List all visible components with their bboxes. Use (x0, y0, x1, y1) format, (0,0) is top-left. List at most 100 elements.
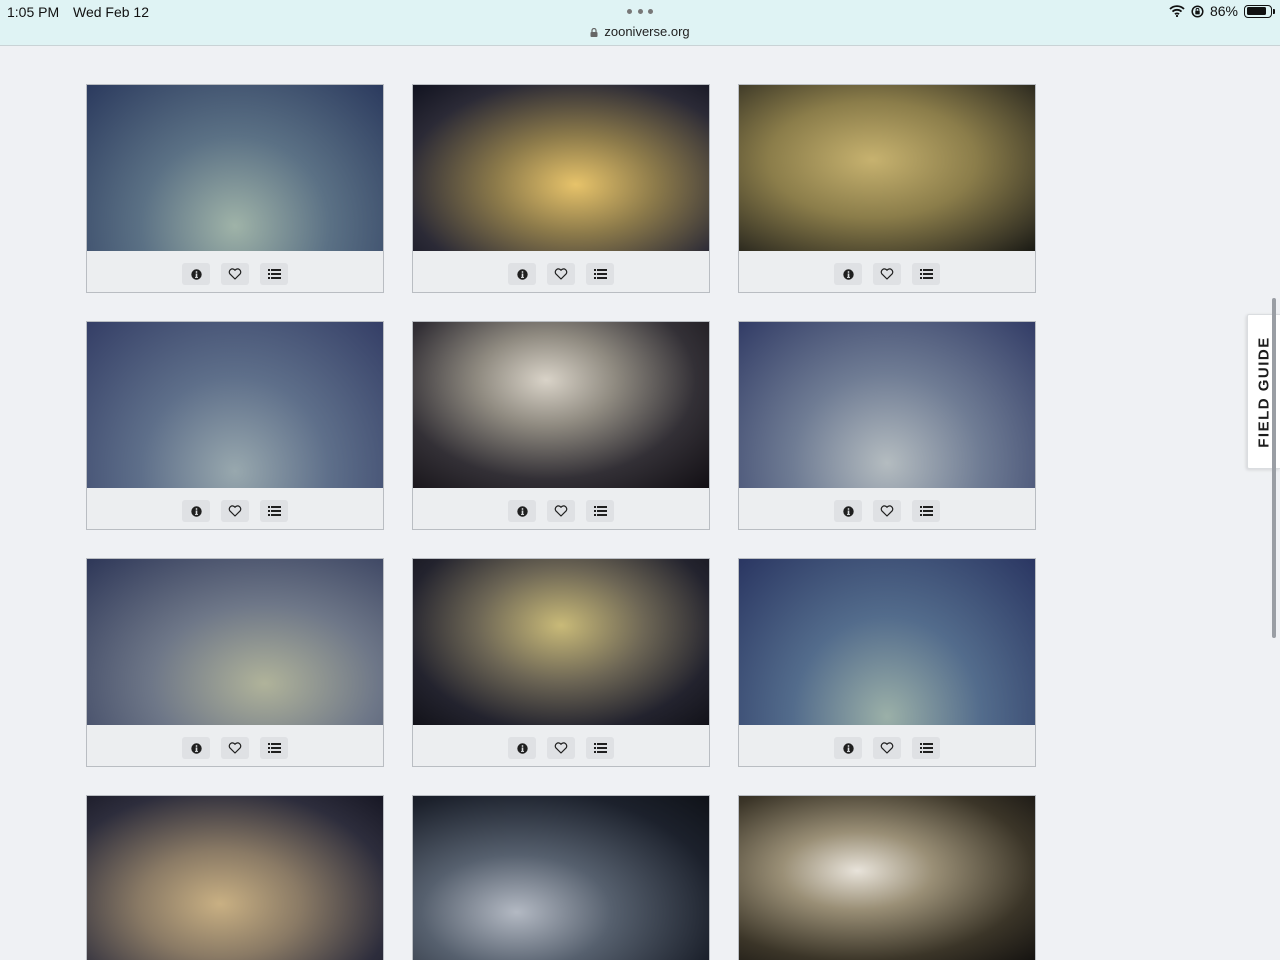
collections-button[interactable] (912, 500, 940, 522)
subject-thumbnail[interactable] (739, 559, 1035, 725)
subject-thumbnail[interactable] (87, 559, 383, 725)
card-actions (87, 737, 383, 759)
subject-card[interactable] (86, 321, 384, 530)
battery-icon (1244, 4, 1275, 18)
subject-card[interactable] (86, 558, 384, 767)
subject-thumbnail[interactable] (739, 322, 1035, 488)
card-actions (87, 500, 383, 522)
info-button[interactable] (508, 263, 536, 285)
collections-button[interactable] (912, 263, 940, 285)
info-button[interactable] (834, 263, 862, 285)
favorite-button[interactable] (873, 737, 901, 759)
collections-button[interactable] (260, 737, 288, 759)
collections-icon (593, 506, 607, 516)
status-date: Wed Feb 12 (73, 4, 150, 20)
collections-button[interactable] (586, 263, 614, 285)
info-icon (842, 268, 854, 280)
collections-button[interactable] (586, 500, 614, 522)
field-guide-label: FIELD GUIDE (1255, 335, 1273, 448)
heart-icon (554, 268, 568, 280)
favorite-button[interactable] (221, 500, 249, 522)
card-actions (739, 263, 1035, 285)
info-icon (190, 505, 202, 517)
info-icon (842, 505, 854, 517)
heart-icon (880, 505, 894, 517)
collections-icon (267, 269, 281, 279)
favorite-button[interactable] (547, 737, 575, 759)
info-button[interactable] (182, 263, 210, 285)
subject-card[interactable] (412, 795, 710, 960)
browser-status-bar: 1:05 PM Wed Feb 12 zooniverse.org 86% (0, 0, 1280, 46)
heart-icon (228, 268, 242, 280)
info-button[interactable] (834, 500, 862, 522)
collections-button[interactable] (912, 737, 940, 759)
subject-card[interactable] (738, 321, 1036, 530)
info-icon (516, 742, 528, 754)
heart-icon (554, 742, 568, 754)
heart-icon (228, 505, 242, 517)
subject-card[interactable] (412, 558, 710, 767)
collections-icon (919, 506, 933, 516)
subject-thumbnail[interactable] (87, 796, 383, 960)
collections-icon (267, 506, 281, 516)
favorite-button[interactable] (547, 263, 575, 285)
heart-icon (554, 505, 568, 517)
subject-card[interactable] (738, 795, 1036, 960)
info-icon (190, 268, 202, 280)
collections-button[interactable] (260, 500, 288, 522)
info-button[interactable] (182, 737, 210, 759)
subject-card[interactable] (412, 84, 710, 293)
info-icon (516, 268, 528, 280)
status-time: 1:05 PM (7, 4, 60, 20)
wifi-icon (1169, 5, 1185, 17)
subject-thumbnail[interactable] (739, 85, 1035, 251)
info-icon (842, 742, 854, 754)
info-button[interactable] (182, 500, 210, 522)
collections-icon (593, 269, 607, 279)
orientation-lock-icon (1191, 4, 1204, 18)
lock-icon (590, 28, 598, 37)
favorite-button[interactable] (873, 263, 901, 285)
collections-icon (267, 743, 281, 753)
heart-icon (228, 742, 242, 754)
subject-thumbnail[interactable] (413, 559, 709, 725)
subject-thumbnail[interactable] (413, 85, 709, 251)
card-actions (739, 500, 1035, 522)
card-actions (413, 737, 709, 759)
card-actions (739, 737, 1035, 759)
subject-card[interactable] (738, 84, 1036, 293)
heart-icon (880, 742, 894, 754)
subject-thumbnail[interactable] (413, 796, 709, 960)
address-bar[interactable]: zooniverse.org (0, 24, 1280, 39)
favorite-button[interactable] (221, 263, 249, 285)
battery-percent: 86% (1209, 3, 1238, 19)
favorite-button[interactable] (221, 737, 249, 759)
subject-card[interactable] (412, 321, 710, 530)
favorite-button[interactable] (873, 500, 901, 522)
collections-button[interactable] (260, 263, 288, 285)
collections-icon (593, 743, 607, 753)
subject-card[interactable] (86, 795, 384, 960)
collections-button[interactable] (586, 737, 614, 759)
page-scrollbar[interactable] (1272, 298, 1276, 638)
card-actions (87, 263, 383, 285)
subject-thumbnail[interactable] (413, 322, 709, 488)
collections-icon (919, 743, 933, 753)
info-button[interactable] (834, 737, 862, 759)
subject-card[interactable] (738, 558, 1036, 767)
card-actions (413, 263, 709, 285)
card-actions (413, 500, 709, 522)
subject-thumbnail[interactable] (87, 322, 383, 488)
subject-card[interactable] (86, 84, 384, 293)
subject-thumbnail[interactable] (87, 85, 383, 251)
favorite-button[interactable] (547, 500, 575, 522)
info-button[interactable] (508, 737, 536, 759)
subject-thumbnail[interactable] (739, 796, 1035, 960)
url-text: zooniverse.org (604, 24, 690, 39)
collections-icon (919, 269, 933, 279)
info-button[interactable] (508, 500, 536, 522)
info-icon (190, 742, 202, 754)
more-dots-icon[interactable] (627, 9, 653, 15)
info-icon (516, 505, 528, 517)
heart-icon (880, 268, 894, 280)
